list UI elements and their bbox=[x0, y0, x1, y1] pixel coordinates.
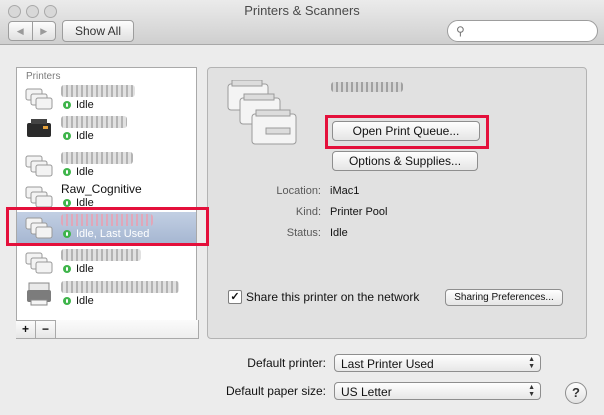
show-all-button[interactable]: Show All bbox=[62, 20, 134, 42]
printer-pool-icon bbox=[227, 80, 297, 145]
printer-status-text: Idle bbox=[76, 295, 94, 307]
share-printer-row[interactable]: ✓ Share this printer on the network bbox=[228, 290, 419, 304]
printer-status: Idle bbox=[63, 99, 94, 111]
nav-buttons: ◀ ▶ bbox=[8, 21, 56, 41]
status-dot-icon bbox=[63, 230, 71, 238]
printer-status: Idle, Last Used bbox=[63, 228, 149, 240]
printer-list-item[interactable]: Idle, Last Used bbox=[17, 212, 196, 243]
printer-status-text: Idle bbox=[76, 197, 94, 209]
printer-list-item[interactable]: Idle bbox=[17, 279, 196, 310]
printer-status-text: Idle bbox=[76, 166, 94, 178]
printer-list-item[interactable]: Idle bbox=[17, 150, 196, 181]
printer-name-redacted bbox=[61, 85, 135, 97]
printer-icon bbox=[25, 217, 53, 239]
printer-status: Idle bbox=[63, 263, 94, 275]
default-paper-label: Default paper size: bbox=[225, 384, 326, 398]
status-dot-icon bbox=[63, 199, 71, 207]
printer-status: Idle bbox=[63, 166, 94, 178]
printer-status-text: Idle bbox=[76, 130, 94, 142]
printer-name-redacted bbox=[61, 152, 133, 164]
printer-icon bbox=[25, 252, 53, 274]
printer-status-text: Idle bbox=[76, 263, 94, 275]
printer-name-redacted bbox=[61, 249, 141, 261]
chevron-right-icon[interactable]: ▶ bbox=[31, 22, 56, 40]
printers-list[interactable]: Printers Idle Idle Idle Raw_Cognitive Idle Id… bbox=[16, 67, 197, 339]
printer-icon bbox=[27, 119, 51, 137]
kind-value: Printer Pool bbox=[330, 206, 388, 218]
status-dot-icon bbox=[63, 297, 71, 305]
help-button[interactable]: ? bbox=[565, 382, 587, 404]
printer-icon bbox=[25, 88, 53, 110]
printers-list-header: Printers bbox=[26, 71, 61, 82]
default-printer-select[interactable]: Last Printer Used ▲ ▼ bbox=[334, 354, 541, 372]
location-label: Location: bbox=[276, 185, 321, 197]
printer-status: Idle bbox=[63, 295, 94, 307]
printer-name-redacted bbox=[61, 116, 127, 128]
kind-label: Kind: bbox=[295, 206, 321, 218]
window-title: Printers & Scanners bbox=[244, 3, 360, 18]
share-printer-checkbox[interactable]: ✓ bbox=[228, 290, 242, 304]
chevron-left-icon[interactable]: ◀ bbox=[9, 22, 32, 40]
title-bar: Printers & Scanners ◀ ▶ Show All ⚲ bbox=[0, 0, 604, 45]
printers-scanners-window: Printers & Scanners ◀ ▶ Show All ⚲ Print… bbox=[0, 0, 604, 415]
printer-name: Raw_Cognitive bbox=[61, 182, 142, 196]
printer-status-text: Idle bbox=[76, 99, 94, 111]
printer-list-item[interactable]: Raw_Cognitive Idle bbox=[17, 181, 196, 212]
add-remove-controls: + − bbox=[16, 320, 56, 338]
printer-name-redacted bbox=[61, 281, 179, 293]
printer-icon bbox=[27, 282, 51, 306]
printer-status-text: Idle, Last Used bbox=[76, 228, 150, 240]
printer-list-item[interactable]: Idle bbox=[17, 247, 196, 278]
printer-name-redacted bbox=[331, 82, 403, 92]
status-dot-icon bbox=[63, 265, 71, 273]
search-icon: ⚲ bbox=[456, 24, 465, 38]
printer-list-item[interactable]: Idle bbox=[17, 83, 196, 114]
printer-name-redacted bbox=[61, 214, 153, 226]
default-paper-select[interactable]: US Letter ▲ ▼ bbox=[334, 382, 541, 400]
share-printer-label: Share this printer on the network bbox=[246, 290, 420, 304]
status-dot-icon bbox=[63, 132, 71, 140]
select-arrows-icon: ▲ ▼ bbox=[528, 356, 535, 370]
printer-icon bbox=[25, 186, 53, 208]
remove-printer-button[interactable]: − bbox=[36, 321, 56, 338]
printer-list-item[interactable]: Idle bbox=[17, 114, 196, 145]
printer-icon bbox=[25, 155, 53, 177]
printer-status: Idle bbox=[63, 130, 94, 142]
default-printer-label: Default printer: bbox=[247, 356, 326, 370]
select-arrows-icon: ▲ ▼ bbox=[528, 384, 535, 398]
options-supplies-button[interactable]: Options & Supplies... bbox=[332, 151, 478, 171]
default-paper-value: US Letter bbox=[341, 385, 392, 399]
add-printer-button[interactable]: + bbox=[16, 321, 36, 338]
location-value: iMac1 bbox=[330, 185, 360, 197]
printer-status: Idle bbox=[63, 197, 94, 209]
search-input[interactable] bbox=[472, 23, 591, 39]
status-dot-icon bbox=[63, 168, 71, 176]
sharing-preferences-button[interactable]: Sharing Preferences... bbox=[445, 289, 563, 306]
default-printer-value: Last Printer Used bbox=[341, 357, 434, 371]
printer-detail-pane: Open Print Queue... Options & Supplies..… bbox=[207, 67, 587, 339]
search-field[interactable]: ⚲ bbox=[447, 20, 598, 42]
status-dot-icon bbox=[63, 101, 71, 109]
status-value: Idle bbox=[330, 227, 348, 239]
open-print-queue-button[interactable]: Open Print Queue... bbox=[332, 121, 480, 141]
status-label: Status: bbox=[286, 227, 321, 239]
